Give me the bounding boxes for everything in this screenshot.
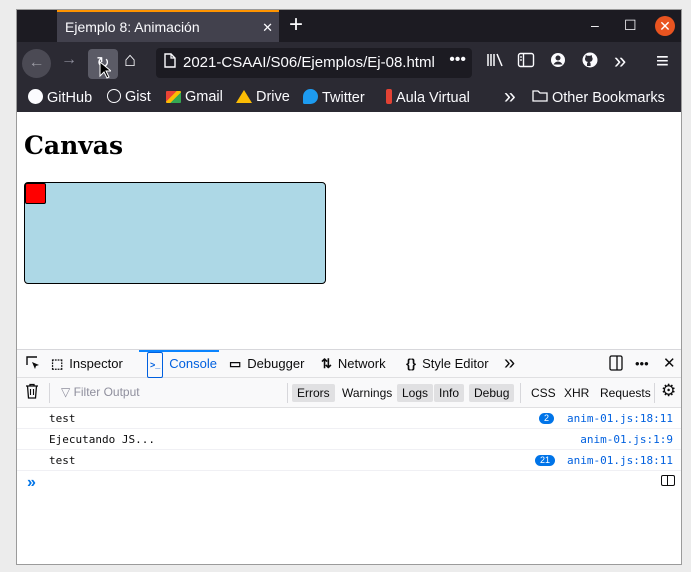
filter-errors[interactable]: Errors <box>292 384 335 402</box>
account-icon[interactable] <box>550 52 566 73</box>
debugger-icon: ▭ <box>229 356 242 371</box>
editor-mode-icon[interactable] <box>661 475 675 486</box>
tab-close-icon[interactable]: ✕ <box>262 20 273 36</box>
clear-console-icon[interactable] <box>25 383 39 403</box>
devtools-close-icon[interactable]: ✕ <box>663 350 676 378</box>
globe-icon <box>107 89 121 103</box>
github-extension-icon[interactable] <box>582 52 598 73</box>
console-message: Ejecutando JS... anim-01.js:1:9 <box>17 429 681 450</box>
filter-icon: ▽ <box>61 385 74 399</box>
minimize-button[interactable]: – <box>591 18 599 32</box>
style-editor-icon: {} <box>406 356 417 371</box>
message-source-link[interactable]: anim-01.js:18:11 <box>567 412 673 425</box>
page-content: Canvas <box>17 112 681 349</box>
console-message: test 2 anim-01.js:18:11 <box>17 408 681 429</box>
bookmark-gist[interactable]: Gist <box>107 89 151 105</box>
tab-strip: Ejemplo 8: Animación ✕ + – ☐ ✕ <box>17 10 681 42</box>
canvas-element <box>24 182 326 284</box>
console-input-prompt[interactable]: » <box>27 474 36 492</box>
filter-debug[interactable]: Debug <box>469 384 515 402</box>
message-text: test <box>49 412 76 425</box>
dock-icon[interactable] <box>609 350 623 378</box>
network-icon: ⇅ <box>321 356 332 371</box>
separator <box>49 383 50 403</box>
devtools-overflow-icon[interactable]: » <box>504 350 515 376</box>
folder-icon <box>532 90 548 106</box>
console-icon: >_ <box>147 352 164 378</box>
tab-inspector[interactable]: ⬚ Inspector <box>51 350 123 378</box>
browser-window: Ejemplo 8: Animación ✕ + – ☐ ✕ ← → ↻ ⌂ 2… <box>16 9 682 565</box>
bookmark-github[interactable]: GitHub <box>28 89 92 106</box>
tab-title: Ejemplo 8: Animación <box>65 19 200 35</box>
filter-requests[interactable]: Requests <box>595 384 656 402</box>
separator <box>520 383 521 403</box>
separator <box>654 383 655 403</box>
separator <box>287 383 288 403</box>
message-text: Ejecutando JS... <box>49 433 155 446</box>
nav-bar: ← → ↻ ⌂ 2021-CSAAI/S06/Ejemplos/Ej-08.ht… <box>17 42 681 84</box>
console-settings-icon[interactable]: ⚙ <box>661 381 676 401</box>
filter-xhr[interactable]: XHR <box>559 384 594 402</box>
home-button[interactable]: ⌂ <box>124 49 136 72</box>
more-options-icon[interactable]: ••• <box>635 350 649 378</box>
filter-info[interactable]: Info <box>434 384 465 402</box>
url-bar[interactable]: 2021-CSAAI/S06/Ejemplos/Ej-08.html ••• <box>156 48 472 78</box>
devtools-toolbar: ⬚ Inspector >_ Console ▭ Debugger ⇅ Network … <box>17 349 681 378</box>
gmail-icon <box>166 91 181 103</box>
bookmarks-toolbar: GitHub Gist Gmail Drive Twitter Aula Vir… <box>17 84 681 112</box>
filter-warnings[interactable]: Warnings <box>337 384 397 402</box>
github-icon <box>28 89 43 104</box>
console-message: test 21 anim-01.js:18:11 <box>17 450 681 471</box>
filter-logs[interactable]: Logs <box>397 384 434 402</box>
twitter-icon <box>303 89 318 104</box>
tab-console[interactable]: >_ Console <box>139 350 219 378</box>
back-button[interactable]: ← <box>22 49 51 78</box>
bookmarks-overflow-icon[interactable]: » <box>504 85 516 109</box>
maximize-button[interactable]: ☐ <box>624 18 637 32</box>
bookmark-aula-virtual[interactable]: Aula Virtual <box>386 89 470 106</box>
console-filter-bar: ▽ Filter Output Errors Warnings Logs Inf… <box>17 378 681 408</box>
bookmark-twitter[interactable]: Twitter <box>303 89 365 106</box>
menu-icon[interactable]: ≡ <box>656 48 669 74</box>
sidebar-icon[interactable] <box>517 52 535 73</box>
page-actions-icon[interactable]: ••• <box>449 51 466 69</box>
bookmark-gmail[interactable]: Gmail <box>166 89 223 105</box>
message-text: test <box>49 454 76 467</box>
repeat-count-badge: 2 <box>539 413 555 424</box>
page-title: Canvas <box>24 131 124 160</box>
forward-button[interactable]: → <box>61 51 77 69</box>
drive-icon <box>236 90 252 103</box>
animated-square <box>25 183 46 204</box>
filter-css[interactable]: CSS <box>526 384 561 402</box>
other-bookmarks[interactable]: Other Bookmarks <box>532 89 665 106</box>
url-text[interactable]: 2021-CSAAI/S06/Ejemplos/Ej-08.html <box>183 54 435 71</box>
overflow-icon[interactable]: » <box>614 48 626 74</box>
bookmark-icon <box>386 89 392 104</box>
window-close-button[interactable]: ✕ <box>655 16 675 36</box>
message-source-link[interactable]: anim-01.js:18:11 <box>567 454 673 467</box>
element-picker-icon[interactable] <box>25 350 41 378</box>
tab-active[interactable]: Ejemplo 8: Animación ✕ <box>57 10 279 42</box>
tab-style-editor[interactable]: {} Style Editor <box>406 350 489 378</box>
library-icon[interactable] <box>486 52 504 72</box>
message-source-link[interactable]: anim-01.js:1:9 <box>580 433 673 446</box>
bookmark-drive[interactable]: Drive <box>236 89 290 105</box>
page-icon <box>164 53 176 72</box>
tab-debugger[interactable]: ▭ Debugger <box>229 350 304 378</box>
inspector-icon: ⬚ <box>51 356 64 371</box>
new-tab-button[interactable]: + <box>289 11 303 39</box>
filter-input[interactable]: ▽ Filter Output <box>61 385 140 399</box>
repeat-count-badge: 21 <box>535 455 556 466</box>
tab-network[interactable]: ⇅ Network <box>321 350 386 378</box>
